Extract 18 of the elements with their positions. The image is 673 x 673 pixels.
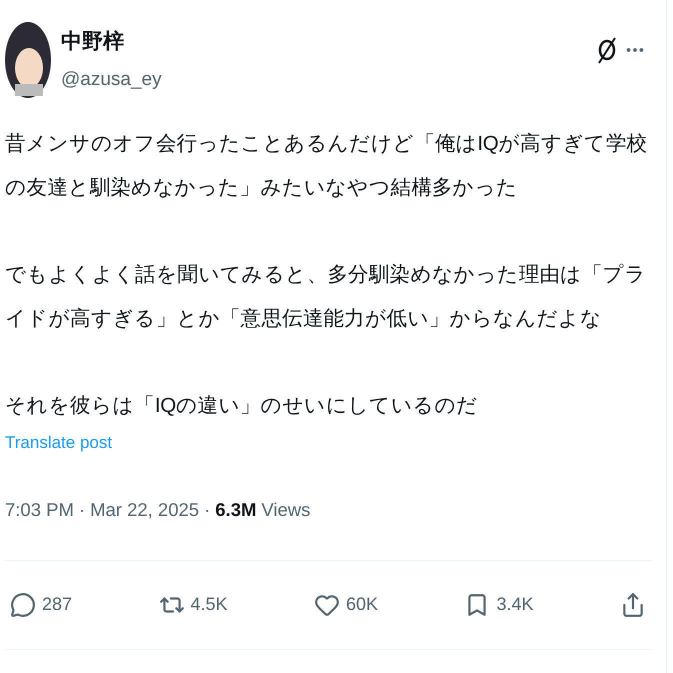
- post-text: 昔メンサのオフ会行ったことあるんだけど「俺はIQが高すぎて学校の友達と馴染めなかった」みたいなやつ結構多かった: [5, 131, 648, 201]
- repost-button[interactable]: 4.5K: [158, 591, 228, 618]
- separator-dot: ·: [78, 498, 86, 522]
- view-count: 6.3M: [215, 498, 256, 522]
- post-time[interactable]: 7:03 PM: [5, 496, 74, 524]
- views-label: Views: [261, 498, 310, 522]
- post-text: でもよくよく話を聞いてみると、多分馴染めなかった理由は「プライドが高すぎる」とか「意思伝達能力が低い」からなんだよな: [5, 262, 648, 332]
- separator-dot: ·: [204, 498, 210, 522]
- like-button[interactable]: 60K: [314, 591, 378, 618]
- avatar[interactable]: [5, 22, 51, 98]
- bookmark-button[interactable]: 3.4K: [464, 591, 534, 618]
- slashed-circle-icon[interactable]: [596, 36, 618, 64]
- display-name[interactable]: 中野梓: [61, 28, 162, 56]
- reply-button[interactable]: 287: [10, 591, 72, 618]
- speech-bubble-icon: [10, 592, 36, 618]
- user-handle[interactable]: @azusa_ey: [61, 68, 162, 92]
- post-date[interactable]: Mar 22, 2025: [90, 496, 200, 524]
- post-text: それを彼らは「IQの違い」のせいにしているのだ: [5, 393, 479, 419]
